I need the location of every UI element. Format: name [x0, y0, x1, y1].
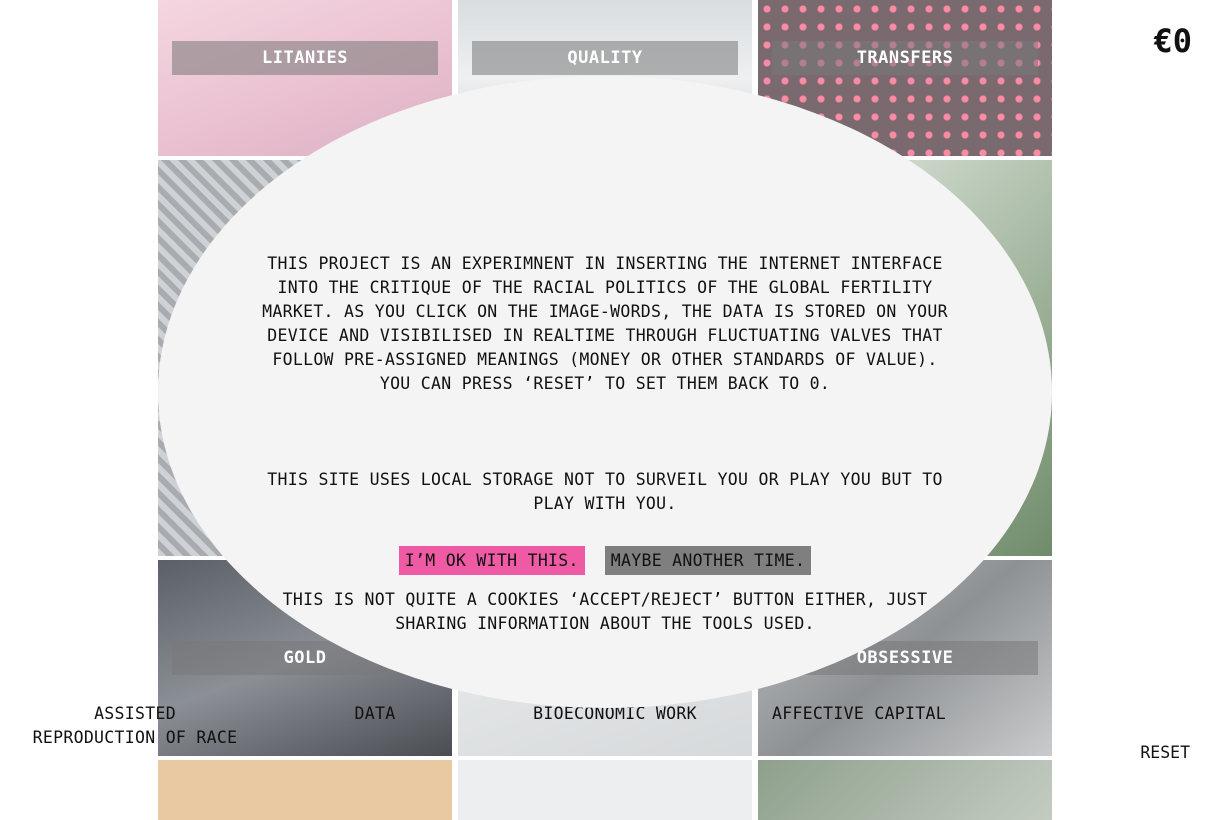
tile-label-transfers: TRANSFERS: [772, 41, 1038, 75]
tile-row4-middle[interactable]: [458, 760, 752, 820]
tile-label-quality: QUALITY: [472, 41, 738, 75]
consent-text: THIS PROJECT IS AN EXPERIMNENT IN INSERT…: [262, 228, 948, 660]
accept-button[interactable]: I’M OK WITH THIS.: [398, 546, 585, 575]
reset-button[interactable]: RESET: [1140, 743, 1190, 762]
consent-paragraph-1: THIS PROJECT IS AN EXPERIMNENT IN INSERT…: [262, 254, 948, 393]
category-affective-capital[interactable]: AFFECTIVE CAPITAL: [764, 702, 954, 726]
decline-button[interactable]: MAYBE ANOTHER TIME.: [604, 546, 812, 575]
consent-paragraph-2: THIS SITE USES LOCAL STORAGE NOT TO SURV…: [267, 470, 943, 513]
tile-label-litanies: LITANIES: [172, 41, 438, 75]
consent-buttons: I’M OK WITH THIS. MAYBE ANOTHER TIME.: [0, 546, 1212, 575]
value-counter: €0: [1153, 22, 1192, 60]
category-assisted-reproduction[interactable]: ASSISTED REPRODUCTION OF RACE: [30, 702, 240, 750]
tile-row4-right[interactable]: [758, 760, 1052, 820]
category-data[interactable]: DATA: [330, 702, 420, 726]
consent-paragraph-3: THIS IS NOT QUITE A COOKIES ‘ACCEPT/REJE…: [282, 590, 928, 633]
tile-row4-left[interactable]: [158, 760, 452, 820]
